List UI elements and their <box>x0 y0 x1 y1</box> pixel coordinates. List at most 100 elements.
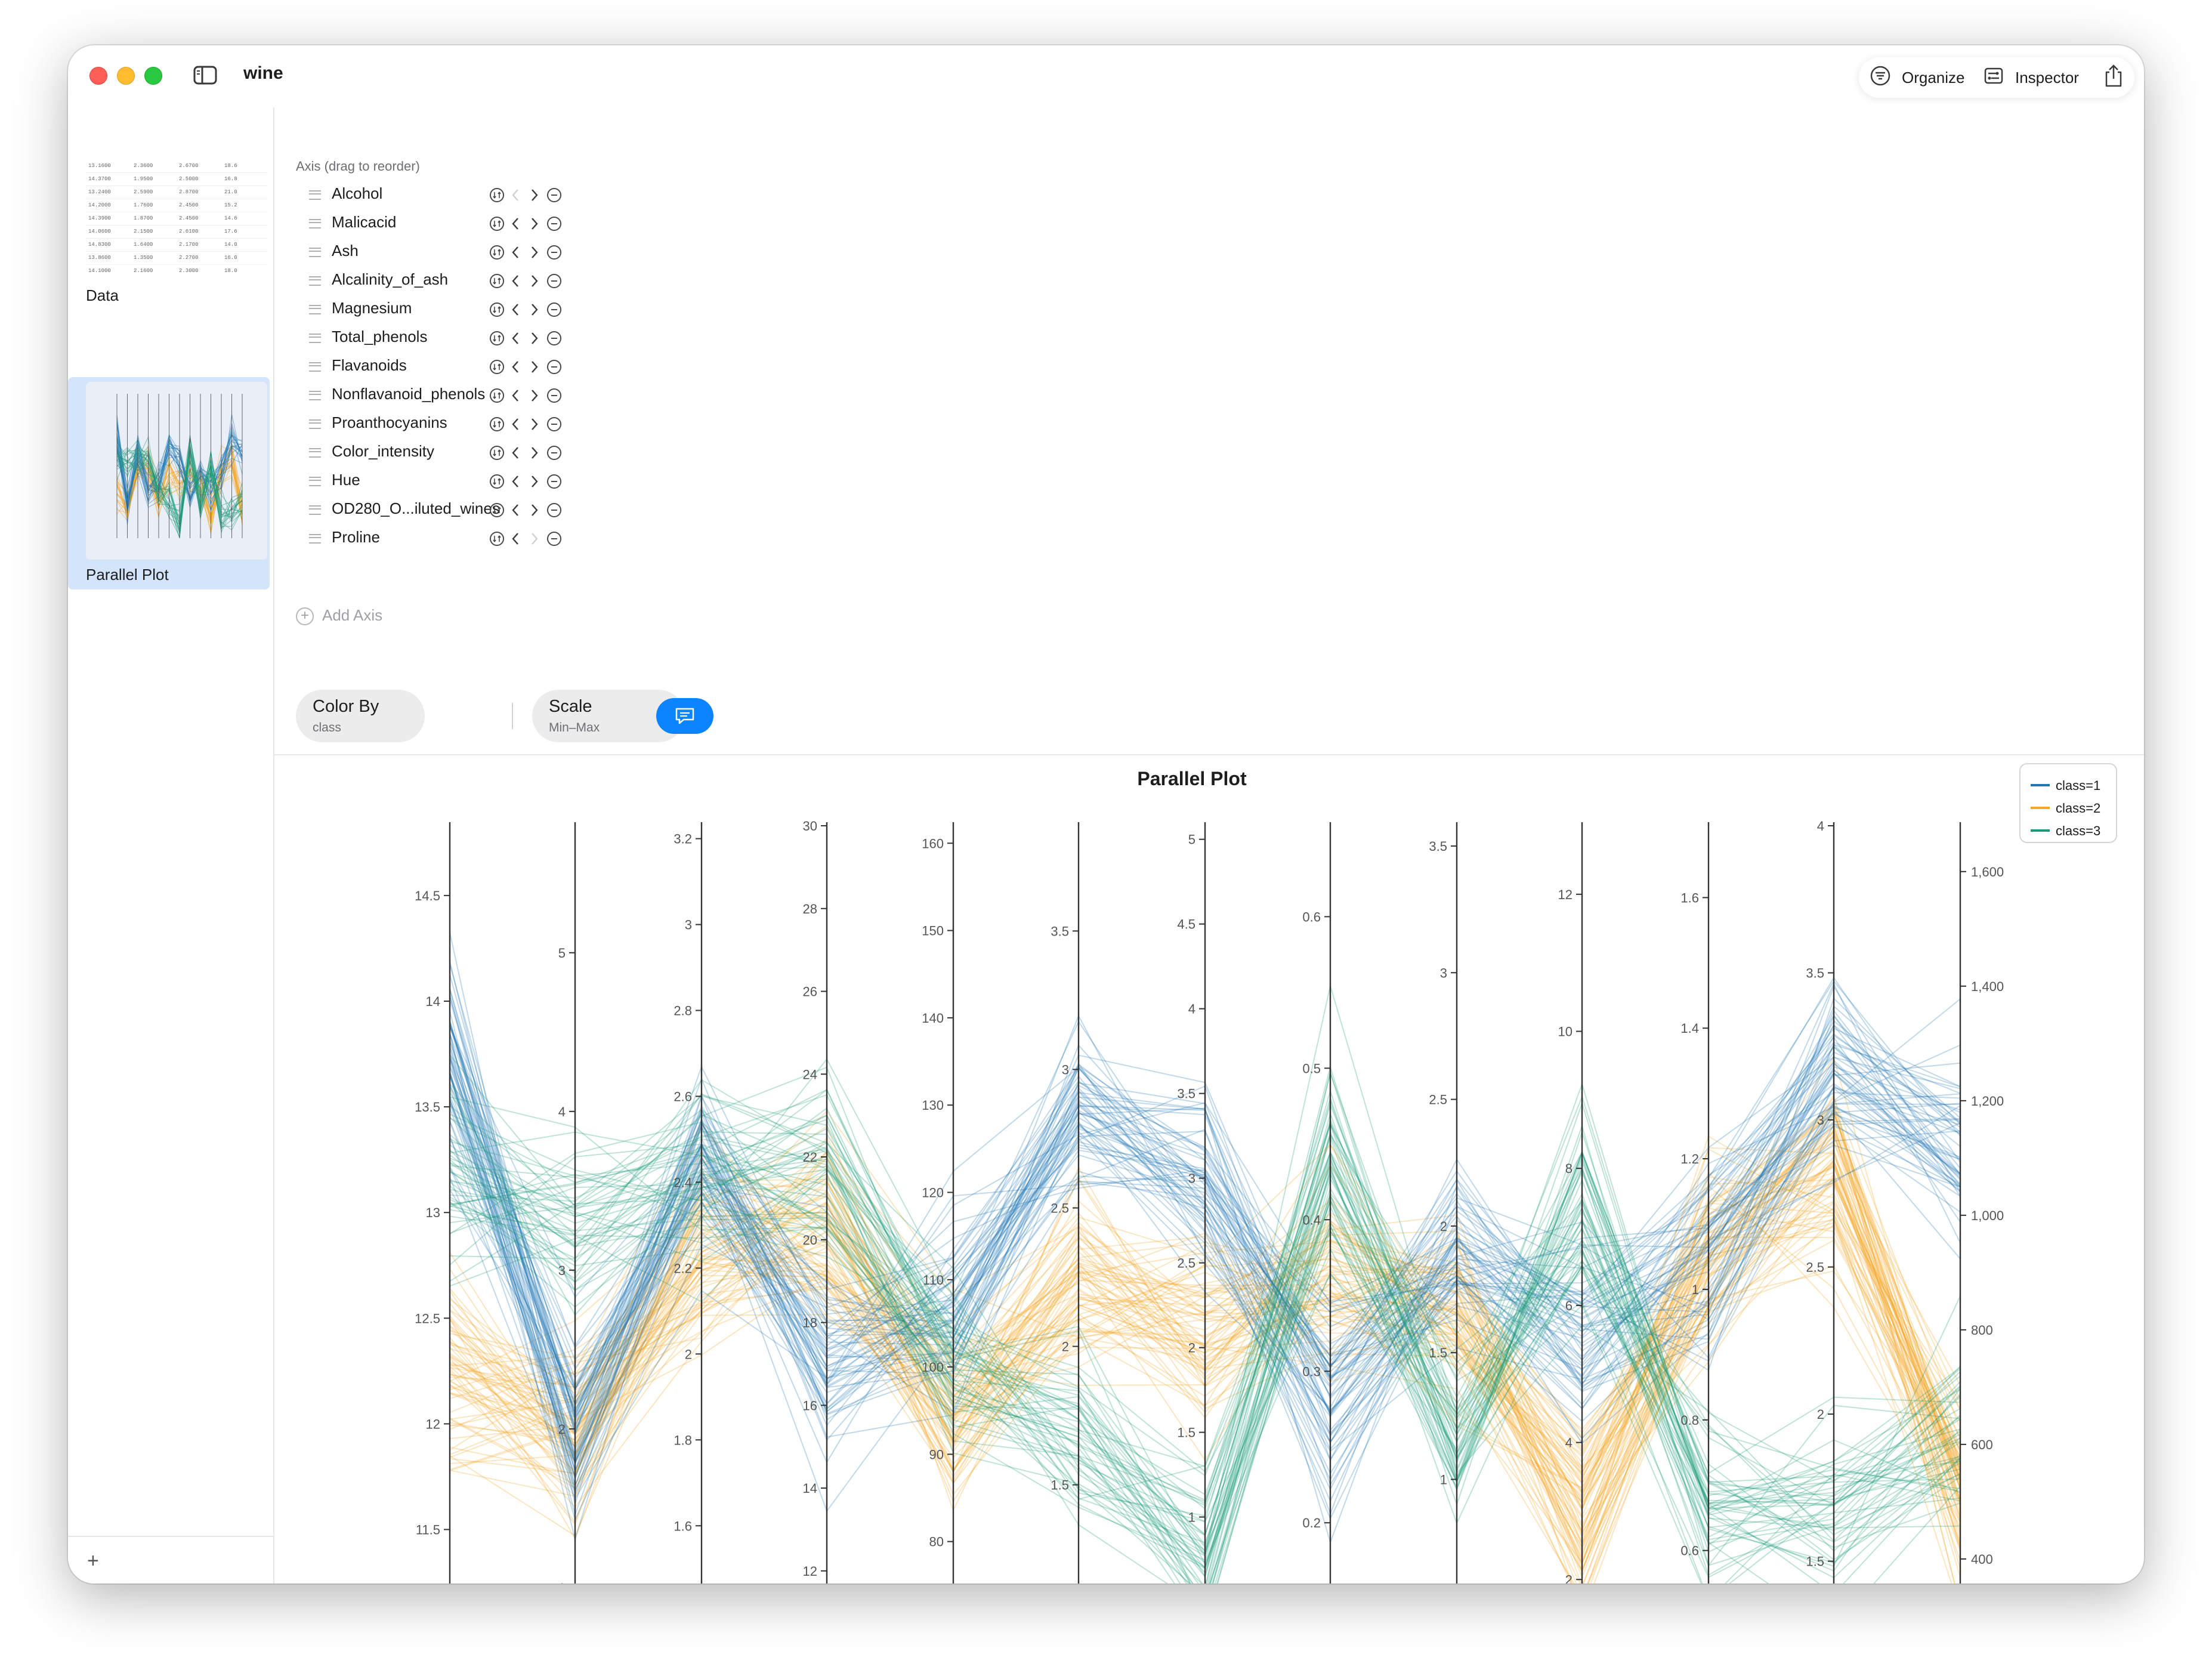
sidebar-item-data[interactable]: Data <box>86 286 119 305</box>
remove-axis-icon[interactable] <box>546 245 562 263</box>
swap-axis-icon[interactable] <box>489 187 505 206</box>
axis-row[interactable]: Nonflavanoid_phenols <box>296 381 606 409</box>
axis-row[interactable]: Alcalinity_of_ash <box>296 266 606 295</box>
move-right-icon[interactable] <box>529 531 540 550</box>
comment-button[interactable] <box>656 698 713 734</box>
drag-handle-icon[interactable] <box>309 305 321 314</box>
sidebar-item-parallel-plot-label[interactable]: Parallel Plot <box>86 566 169 584</box>
move-right-icon[interactable] <box>529 359 540 378</box>
main-content: Axis (drag to reorder) Alcohol Malicacid A… <box>274 107 2144 1584</box>
remove-axis-icon[interactable] <box>546 445 562 464</box>
move-right-icon[interactable] <box>529 331 540 349</box>
move-right-icon[interactable] <box>529 445 540 464</box>
remove-axis-icon[interactable] <box>546 359 562 378</box>
share-button[interactable] <box>2103 57 2134 98</box>
remove-axis-icon[interactable] <box>546 388 562 406</box>
tick-label: 26 <box>803 984 817 999</box>
inspector-button[interactable]: Inspector <box>1983 57 2079 98</box>
drag-handle-icon[interactable] <box>309 362 321 372</box>
remove-axis-icon[interactable] <box>546 273 562 292</box>
drag-handle-icon[interactable] <box>309 219 321 229</box>
move-right-icon[interactable] <box>529 502 540 521</box>
remove-axis-icon[interactable] <box>546 187 562 206</box>
axis-row[interactable]: Proline <box>296 524 606 552</box>
swap-axis-icon[interactable] <box>489 388 505 406</box>
move-left-icon[interactable] <box>509 216 521 234</box>
swap-axis-icon[interactable] <box>489 273 505 292</box>
drag-handle-icon[interactable] <box>309 534 321 544</box>
move-right-icon[interactable] <box>529 273 540 292</box>
add-axis-button[interactable]: + Add Axis <box>296 606 382 626</box>
parallel-plot-thumbnail[interactable] <box>86 382 267 560</box>
swap-axis-icon[interactable] <box>489 445 505 464</box>
move-right-icon[interactable] <box>529 388 540 406</box>
zoom-window-button[interactable] <box>144 67 162 85</box>
move-left-icon[interactable] <box>509 302 521 320</box>
axis-row[interactable]: Hue <box>296 467 606 495</box>
axis-row[interactable]: Alcohol <box>296 180 606 209</box>
axis-row[interactable]: Total_phenols <box>296 323 606 352</box>
axis-row[interactable]: Malicacid <box>296 209 606 237</box>
remove-axis-icon[interactable] <box>546 531 562 550</box>
move-left-icon[interactable] <box>509 388 521 406</box>
axis-row[interactable]: OD280_O...iluted_wines <box>296 495 606 524</box>
remove-axis-icon[interactable] <box>546 502 562 521</box>
organize-label: Organize <box>1902 68 1965 87</box>
tick-label: 1,600 <box>1971 865 2004 879</box>
data-thumbnail[interactable]: 13.1600 2.3600 2.6700 18.6 14.3700 1.9500 2.50… <box>86 160 267 277</box>
swap-axis-icon[interactable] <box>489 502 505 521</box>
drag-handle-icon[interactable] <box>309 334 321 343</box>
move-left-icon[interactable] <box>509 359 521 378</box>
move-left-icon[interactable] <box>509 502 521 521</box>
swap-axis-icon[interactable] <box>489 216 505 234</box>
close-window-button[interactable] <box>89 67 107 85</box>
move-right-icon[interactable] <box>529 245 540 263</box>
axis-row[interactable]: Color_intensity <box>296 438 606 467</box>
swap-axis-icon[interactable] <box>489 359 505 378</box>
remove-axis-icon[interactable] <box>546 302 562 320</box>
swap-axis-icon[interactable] <box>489 331 505 349</box>
remove-axis-icon[interactable] <box>546 416 562 435</box>
move-right-icon[interactable] <box>529 216 540 234</box>
move-left-icon[interactable] <box>509 531 521 550</box>
drag-handle-icon[interactable] <box>309 190 321 200</box>
drag-handle-icon[interactable] <box>309 276 321 286</box>
move-right-icon[interactable] <box>529 474 540 492</box>
swap-axis-icon[interactable] <box>489 474 505 492</box>
drag-handle-icon[interactable] <box>309 505 321 515</box>
move-left-icon[interactable] <box>509 416 521 435</box>
move-left-icon[interactable] <box>509 187 521 206</box>
color-by-button[interactable]: Color By class <box>296 690 425 742</box>
swap-axis-icon[interactable] <box>489 245 505 263</box>
move-left-icon[interactable] <box>509 273 521 292</box>
axis-row[interactable]: Flavanoids <box>296 352 606 381</box>
move-left-icon[interactable] <box>509 331 521 349</box>
remove-axis-icon[interactable] <box>546 216 562 234</box>
add-item-button[interactable]: + <box>87 1549 99 1573</box>
axis-row[interactable]: Proanthocyanins <box>296 409 606 438</box>
move-left-icon[interactable] <box>509 474 521 492</box>
swap-axis-icon[interactable] <box>489 531 505 550</box>
drag-handle-icon[interactable] <box>309 448 321 458</box>
sidebar-toggle-icon[interactable] <box>193 66 217 85</box>
move-left-icon[interactable] <box>509 245 521 263</box>
swap-axis-icon[interactable] <box>489 416 505 435</box>
data-preview-cell: 14.3700 <box>88 176 111 182</box>
tick-label: 1.2 <box>1680 1152 1699 1166</box>
remove-axis-icon[interactable] <box>546 474 562 492</box>
axis-row[interactable]: Ash <box>296 237 606 266</box>
drag-handle-icon[interactable] <box>309 248 321 257</box>
organize-button[interactable]: Organize <box>1870 57 1965 98</box>
drag-handle-icon[interactable] <box>309 419 321 429</box>
drag-handle-icon[interactable] <box>309 391 321 400</box>
move-right-icon[interactable] <box>529 302 540 320</box>
drag-handle-icon[interactable] <box>309 477 321 486</box>
axis-row[interactable]: Magnesium <box>296 295 606 323</box>
minimize-window-button[interactable] <box>117 67 135 85</box>
move-right-icon[interactable] <box>529 416 540 435</box>
move-right-icon[interactable] <box>529 187 540 206</box>
move-left-icon[interactable] <box>509 445 521 464</box>
remove-axis-icon[interactable] <box>546 331 562 349</box>
tick-label: 3 <box>1440 965 1447 980</box>
swap-axis-icon[interactable] <box>489 302 505 320</box>
